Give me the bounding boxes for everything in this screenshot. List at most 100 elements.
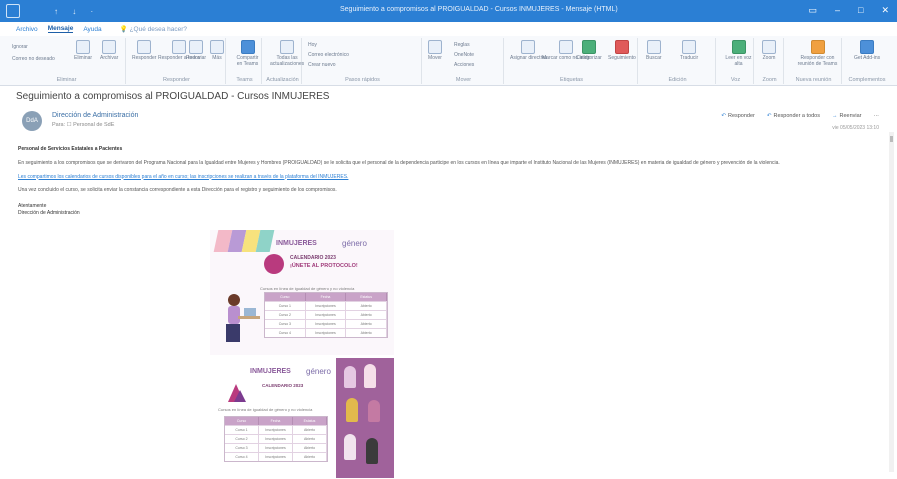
body-paragraph-1: En seguimiento a los compromisos que se … bbox=[18, 159, 780, 166]
group-voz: Leer en voz alta Voz bbox=[718, 38, 754, 84]
group-responder: Responder Responder a todos Reenviar Más… bbox=[128, 38, 226, 84]
zoom-button[interactable]: Zoom bbox=[762, 40, 776, 62]
figure-illustration bbox=[346, 398, 358, 422]
poster-caption: Cursos en línea de igualdad de género y … bbox=[260, 286, 355, 291]
ignore-button[interactable]: Ignorar bbox=[12, 44, 28, 50]
translate-button[interactable]: Traducir bbox=[680, 40, 698, 62]
rules-button[interactable]: Reglas bbox=[454, 42, 470, 48]
window-controls: ▭ – □ ✕ bbox=[808, 5, 889, 16]
categorize-icon bbox=[581, 40, 596, 54]
quickstep-email[interactable]: Correo electrónico bbox=[308, 52, 349, 58]
closing: Atentamente bbox=[18, 203, 47, 209]
title-bar: ↑ ↓ · Seguimiento a compromisos al PROIG… bbox=[0, 0, 897, 22]
table-row: Curso 4 Inscripciones Abierto bbox=[265, 328, 388, 337]
course-table-1: Curso Fecha Estatus Curso 1 Inscripciones… bbox=[264, 292, 388, 338]
ribbon-display-options-icon[interactable]: ▭ bbox=[808, 5, 817, 16]
archive-button[interactable]: Archivar bbox=[100, 40, 118, 62]
more-icon bbox=[210, 40, 224, 54]
teams-icon bbox=[240, 40, 255, 54]
table-row: Curso 2 Inscripciones Abierto bbox=[265, 310, 388, 319]
close-button[interactable]: ✕ bbox=[881, 5, 889, 16]
table-row: Curso 1 Inscripciones Abierto bbox=[225, 425, 327, 434]
group-edicion: Buscar Traducir Edición bbox=[640, 38, 716, 84]
table-row: Curso 2 Inscripciones Abierto bbox=[225, 434, 327, 443]
tab-archivo[interactable]: Archivo bbox=[16, 26, 38, 33]
group-nueva-reunion: Responder con reunión de Teams Nueva reu… bbox=[786, 38, 842, 84]
minimize-button[interactable]: – bbox=[835, 5, 840, 16]
recipient-line: Para: ☐ Personal de SdE bbox=[52, 122, 115, 128]
forward-button[interactable]: Reenviar bbox=[186, 40, 206, 62]
calendar-title: CALENDARIO 2023 bbox=[262, 383, 304, 388]
group-teams: Compartir en Teams Teams bbox=[228, 38, 262, 84]
message-subject: Seguimiento a compromisos al PROIGUALDAD… bbox=[16, 91, 330, 102]
ribbon-tabs: Archivo Mensaje Ayuda 💡 ¿Qué desea hacer… bbox=[0, 22, 897, 36]
read-aloud-button[interactable]: Leer en voz alta bbox=[724, 40, 753, 67]
body-paragraph-3: Una vez concluido el curso, se solicita … bbox=[18, 187, 337, 194]
flag-icon bbox=[614, 40, 629, 54]
tab-ayuda[interactable]: Ayuda bbox=[83, 26, 101, 33]
quickstep-today[interactable]: Hoy bbox=[308, 42, 317, 48]
reply-all-icon: ↶ bbox=[766, 113, 772, 119]
quick-access-toolbar[interactable]: ↑ ↓ · bbox=[54, 7, 99, 16]
outlook-app-icon[interactable] bbox=[6, 4, 20, 18]
more-respond-button[interactable]: Más bbox=[210, 40, 224, 62]
maximize-button[interactable]: □ bbox=[858, 5, 863, 16]
figure-illustration bbox=[344, 366, 356, 388]
forward-action[interactable]: → Reenviar bbox=[832, 113, 862, 119]
closing-name: Dirección de Administración bbox=[18, 210, 80, 216]
window-title: Seguimiento a compromisos al PROIGUALDAD… bbox=[340, 6, 618, 13]
vertical-scrollbar[interactable] bbox=[889, 132, 894, 472]
find-button[interactable]: Buscar bbox=[646, 40, 662, 62]
figure-illustration bbox=[366, 438, 378, 464]
categorize-button[interactable]: Categorizar bbox=[576, 40, 602, 62]
zoom-icon bbox=[762, 40, 776, 54]
reply-icon: ↶ bbox=[721, 113, 726, 119]
body-paragraph-2[interactable]: Les compartimos los calendarios de curso… bbox=[18, 174, 888, 181]
group-quick-steps: Hoy Correo electrónico Crear nuevo Pasos… bbox=[304, 38, 422, 84]
translate-icon bbox=[682, 40, 697, 54]
tell-me-search[interactable]: 💡 ¿Qué desea hacer? bbox=[120, 25, 187, 33]
search-icon bbox=[646, 40, 661, 54]
tab-mensaje[interactable]: Mensaje bbox=[47, 25, 74, 33]
junk-button[interactable]: Correo no deseado bbox=[12, 56, 55, 62]
get-addins-button[interactable]: Get Add-ins bbox=[854, 40, 880, 62]
actions-button[interactable]: Acciones bbox=[454, 62, 474, 68]
table-header: Curso Fecha Estatus bbox=[265, 293, 388, 301]
group-complementos: Get Add-ins Complementos bbox=[844, 38, 890, 84]
quickstep-new[interactable]: Crear nuevo bbox=[308, 62, 336, 68]
reply-action[interactable]: ↶ Responder bbox=[721, 113, 755, 119]
people-illustration bbox=[228, 384, 246, 402]
calendar-icon bbox=[810, 40, 825, 54]
decor-strip bbox=[255, 230, 275, 252]
policy-icon bbox=[521, 40, 536, 54]
signoff: Atentamente Dirección de Administración bbox=[18, 203, 80, 217]
poster-panel-2: INMUJERES género CALENDARIO 2023 Cursos … bbox=[210, 358, 394, 478]
table-header: Curso Fecha Estatus bbox=[225, 417, 327, 425]
inmujeres-logo: INMUJERES bbox=[250, 368, 291, 375]
table-row: Curso 3 Inscripciones Abierto bbox=[265, 319, 388, 328]
delete-button[interactable]: Eliminar bbox=[74, 40, 92, 62]
course-table-2: Curso Fecha Estatus Curso 1 Inscripciones… bbox=[224, 416, 328, 462]
delete-icon bbox=[76, 40, 91, 54]
reply-all-action[interactable]: ↶ Responder a todos bbox=[767, 113, 820, 119]
move-button[interactable]: Mover bbox=[428, 40, 442, 62]
reply-teams-meeting-button[interactable]: Responder con reunión de Teams bbox=[794, 40, 841, 67]
greeting: Personal de Servicios Estatales a Pacien… bbox=[18, 146, 123, 152]
follow-up-button[interactable]: Seguimiento bbox=[608, 40, 636, 62]
envelope-icon bbox=[559, 40, 574, 54]
reply-icon bbox=[137, 40, 152, 54]
message-actions: ↶ Responder ↶ Responder a todos → Reenviar … bbox=[721, 113, 879, 119]
poster-side-panel bbox=[336, 358, 394, 478]
tell-me-label: ¿Qué desea hacer? bbox=[129, 26, 188, 33]
reply-button[interactable]: Responder bbox=[132, 40, 156, 62]
all-updates-button[interactable]: Todas las actualizaciones bbox=[270, 40, 304, 67]
avatar[interactable]: DdA bbox=[22, 111, 42, 131]
scroll-thumb[interactable] bbox=[890, 136, 893, 142]
poster-caption: Cursos en línea de igualdad de género y … bbox=[218, 407, 313, 412]
more-actions[interactable]: ··· bbox=[874, 113, 880, 119]
table-row: Curso 4 Inscripciones Abierto bbox=[225, 452, 327, 461]
sender-name[interactable]: Dirección de Administración bbox=[52, 112, 138, 119]
protocol-badge bbox=[264, 254, 284, 274]
onenote-button[interactable]: OneNote bbox=[454, 52, 474, 58]
share-teams-button[interactable]: Compartir en Teams bbox=[234, 40, 261, 67]
